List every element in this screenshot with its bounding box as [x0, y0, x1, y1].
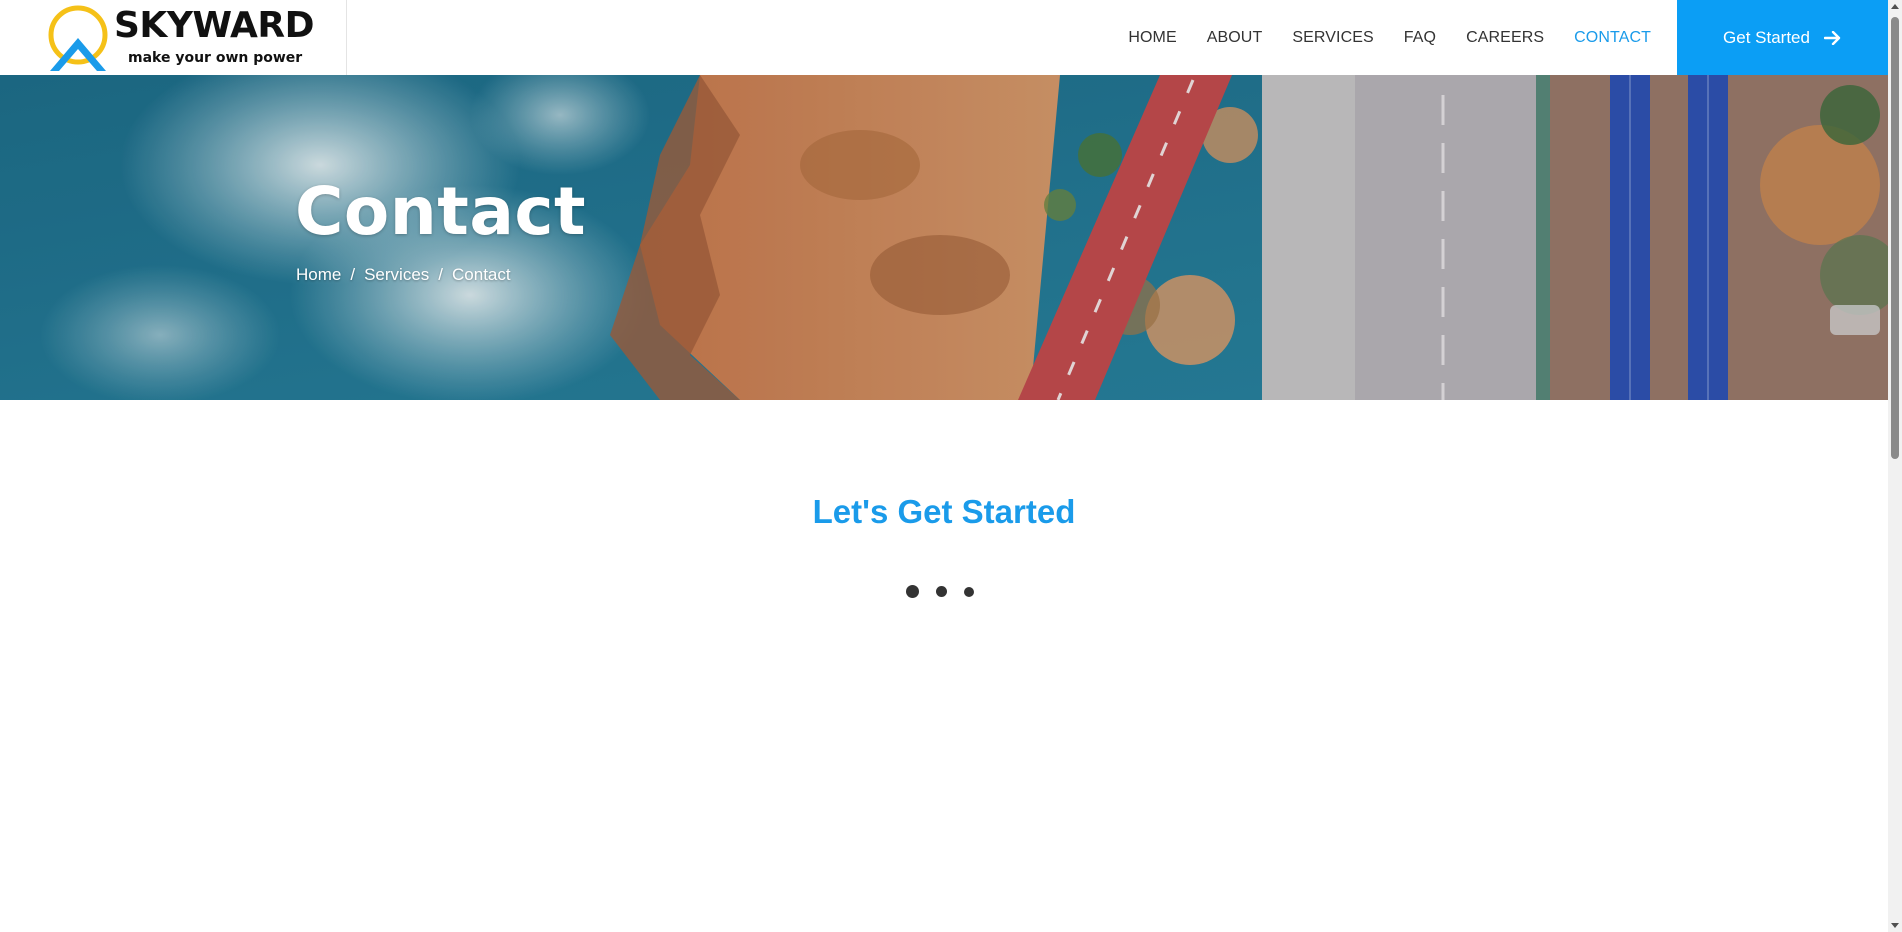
- breadcrumb-separator: /: [438, 265, 444, 284]
- nav-faq[interactable]: FAQ: [1404, 29, 1436, 47]
- vertical-scrollbar[interactable]: [1888, 0, 1902, 932]
- loading-dot: [906, 585, 919, 598]
- hero-aerial-coast-image: [0, 75, 1888, 400]
- main-nav: HOME ABOUT SERVICES FAQ CAREERS CONTACT: [1098, 0, 1651, 75]
- breadcrumb-separator: /: [350, 265, 356, 284]
- brand-name: SKYWARD: [114, 5, 314, 46]
- section-heading: Let's Get Started: [812, 493, 1076, 530]
- get-started-button[interactable]: Get Started: [1677, 0, 1888, 75]
- nav-careers[interactable]: CAREERS: [1466, 29, 1544, 47]
- site-header: SKYWARD make your own power HOME ABOUT S…: [0, 0, 1888, 75]
- brand-tagline: make your own power: [128, 50, 303, 66]
- loading-dots-icon: [906, 585, 991, 598]
- logo-sun-mountain-icon: [48, 5, 108, 71]
- nav-home[interactable]: HOME: [1128, 29, 1176, 47]
- breadcrumb-contact: Contact: [452, 265, 511, 284]
- hero-banner: Contact Home / Services / Contact: [0, 75, 1888, 400]
- nav-services[interactable]: SERVICES: [1292, 29, 1373, 47]
- breadcrumb: Home / Services / Contact: [296, 265, 511, 285]
- page-title: Contact: [295, 173, 587, 250]
- loading-dot: [964, 586, 974, 597]
- loading-dot: [936, 586, 947, 597]
- arrow-right-icon: [1823, 30, 1841, 45]
- scrollbar-thumb[interactable]: [1891, 17, 1899, 459]
- logo[interactable]: SKYWARD make your own power: [0, 0, 347, 75]
- nav-about[interactable]: ABOUT: [1207, 29, 1263, 47]
- scroll-up-arrow-icon[interactable]: [1891, 4, 1899, 9]
- nav-contact[interactable]: CONTACT: [1574, 29, 1651, 47]
- get-started-label: Get Started: [1723, 27, 1810, 47]
- breadcrumb-home[interactable]: Home: [296, 265, 341, 285]
- scroll-down-arrow-icon[interactable]: [1891, 923, 1899, 928]
- breadcrumb-services[interactable]: Services: [364, 265, 429, 285]
